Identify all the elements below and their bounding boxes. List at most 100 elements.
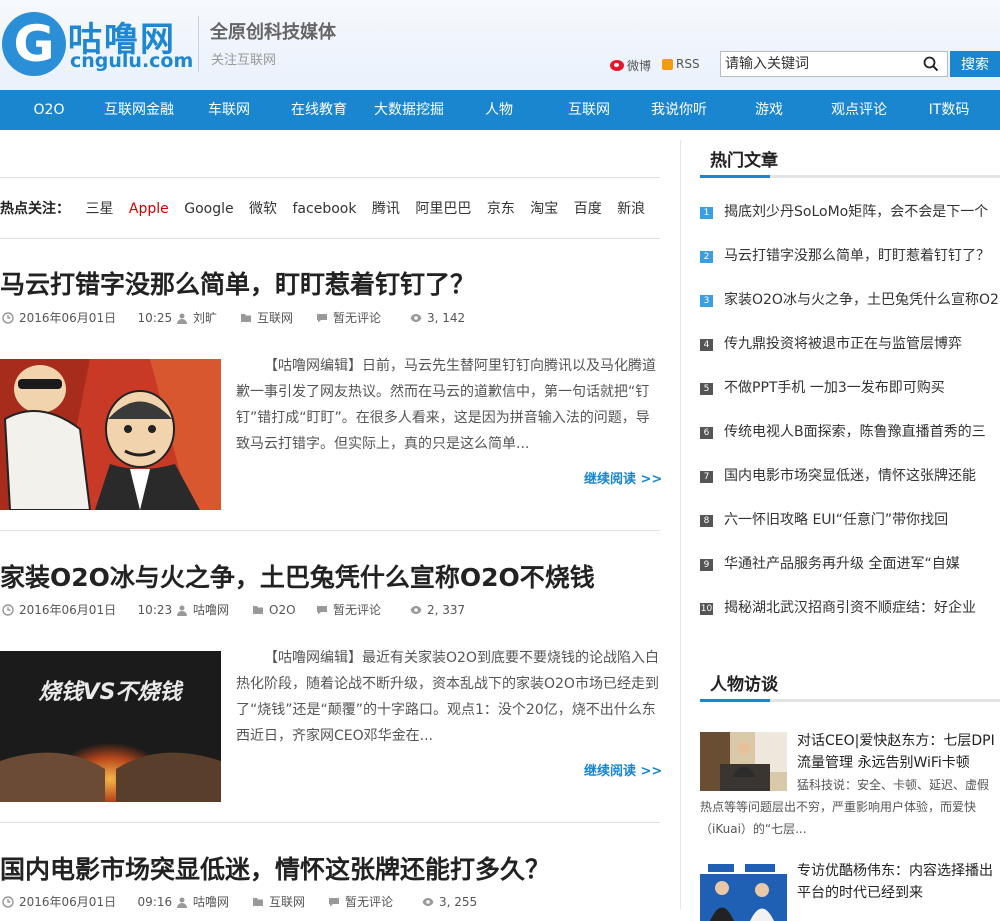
article-comments[interactable]: 暂无评论 xyxy=(328,893,393,911)
hot-article-item[interactable]: 6 传统电视人B面探索，陈鲁豫直播首秀的三 xyxy=(700,422,1000,442)
nav-item-internet[interactable]: 互联网 xyxy=(568,90,610,130)
article-excerpt: 【咕噜网编辑】日前，马云先生替阿里钉钉向腾讯以及马化腾道歉一事引发了网友热议。然… xyxy=(236,358,656,452)
hot-focus-label: 热点关注： xyxy=(0,201,70,217)
hot-tag-jd[interactable]: 京东 xyxy=(487,201,515,217)
hot-article-item[interactable]: 3 家装O2O冰与火之争，土巴兔凭什么宣称O2 xyxy=(700,290,1000,310)
header-divider xyxy=(198,16,199,72)
article-author[interactable]: 咕噜网 xyxy=(176,601,229,619)
article-views: 3, 142 xyxy=(410,309,465,327)
comment-icon xyxy=(317,314,327,323)
interview-thumbnail[interactable] xyxy=(700,862,787,921)
hot-tag-baidu[interactable]: 百度 xyxy=(574,201,602,217)
nav-item-internet-finance[interactable]: 互联网金融 xyxy=(104,90,174,130)
article-title[interactable]: 马云打错字没那么简单，盯盯惹着钉钉了？ xyxy=(0,265,475,301)
hot-tag-apple[interactable]: Apple xyxy=(129,201,169,217)
folder-icon xyxy=(241,314,251,322)
rank-badge: 1 xyxy=(700,207,713,219)
interview-title[interactable]: 专访优酷杨伟东：内容选择播出平台的时代已经到来 xyxy=(797,860,1000,904)
nav-item-people[interactable]: 人物 xyxy=(485,90,513,130)
article-comments[interactable]: 暂无评论 xyxy=(316,309,381,327)
article-divider xyxy=(0,530,660,531)
rss-icon xyxy=(662,58,673,70)
article-title[interactable]: 家装O2O冰与火之争，土巴兔凭什么宣称O2O不烧钱 xyxy=(0,558,595,594)
eye-icon xyxy=(422,898,434,906)
rank-badge: 2 xyxy=(700,251,713,263)
main-nav: O2O 互联网金融 车联网 在线教育 大数据挖掘 人物 互联网 我说你听 游戏 … xyxy=(0,90,1000,130)
nav-item-games[interactable]: 游戏 xyxy=(755,90,783,130)
search-button[interactable]: 搜索 xyxy=(950,51,1000,77)
article-category[interactable]: O2O xyxy=(252,601,296,619)
logo-g-icon[interactable]: G xyxy=(2,12,66,76)
read-more-link[interactable]: 继续阅读 >> xyxy=(584,468,662,487)
hot-articles-title-accent xyxy=(700,175,770,178)
nav-item-it-digital[interactable]: IT数码 xyxy=(929,90,970,130)
article-title[interactable]: 国内电影市场突显低迷，情怀这张牌还能打多久？ xyxy=(0,850,550,886)
article-thumbnail[interactable]: 烧钱VS不烧钱 xyxy=(0,651,221,802)
article-thumbnail[interactable] xyxy=(0,359,221,510)
nav-item-big-data[interactable]: 大数据挖掘 xyxy=(374,90,444,130)
comment-icon xyxy=(317,606,327,615)
nav-item-i-say-you-listen[interactable]: 我说你听 xyxy=(651,90,707,130)
interviews-title: 人物访谈 xyxy=(710,675,778,695)
user-icon xyxy=(177,897,187,908)
hot-article-item[interactable]: 7 国内电影市场突显低迷，情怀这张牌还能 xyxy=(700,466,1000,486)
rss-label: RSS xyxy=(676,57,700,71)
article-author[interactable]: 刘旷 xyxy=(176,309,217,327)
article-category[interactable]: 互联网 xyxy=(240,309,293,327)
rank-badge: 10 xyxy=(700,603,713,615)
hot-tag-samsung[interactable]: 三星 xyxy=(85,201,113,217)
nav-item-o2o[interactable]: O2O xyxy=(34,90,65,130)
nav-item-online-education[interactable]: 在线教育 xyxy=(291,90,347,130)
read-more-link[interactable]: 继续阅读 >> xyxy=(584,760,662,779)
hot-article-item[interactable]: 8 六一怀旧攻略 EUI“任意门”带你找回 xyxy=(700,510,1000,530)
hot-article-item[interactable]: 2 马云打错字没那么简单，盯盯惹着钉钉了？ xyxy=(700,246,1000,266)
hot-tag-sina[interactable]: 新浪 xyxy=(617,201,645,217)
hot-article-item[interactable]: 9 华通社产品服务再升级 全面进军“自媒 xyxy=(700,554,1000,574)
hot-tag-microsoft[interactable]: 微软 xyxy=(249,201,277,217)
weibo-link[interactable]: 微博 xyxy=(610,57,651,74)
logo-domain: cngulu.com xyxy=(70,50,194,72)
folder-icon xyxy=(253,898,263,906)
article-date: 2016年06月01日 09:16 xyxy=(2,893,172,911)
rank-badge: 4 xyxy=(700,339,713,351)
hot-article-item[interactable]: 10 揭秘湖北武汉招商引资不顺症结：好企业 xyxy=(700,598,1000,618)
user-icon xyxy=(177,605,187,616)
rank-badge: 5 xyxy=(700,383,713,395)
slogan-main: 全原创科技媒体 xyxy=(210,22,336,43)
search-input[interactable] xyxy=(721,52,919,76)
weibo-icon xyxy=(610,60,624,71)
comment-icon xyxy=(329,898,339,907)
interview-title[interactable]: 对话CEO|爱快赵东方：七层DPI流量管理 永远告别WiFi卡顿 xyxy=(797,730,1000,774)
nav-item-opinion[interactable]: 观点评论 xyxy=(831,90,887,130)
article-views: 2, 337 xyxy=(410,601,465,619)
nav-item-connected-car[interactable]: 车联网 xyxy=(208,90,250,130)
slogan-sub: 关注互联网 xyxy=(211,53,277,68)
hot-tag-alibaba[interactable]: 阿里巴巴 xyxy=(415,201,471,217)
rss-link[interactable]: RSS xyxy=(662,57,700,71)
article-category[interactable]: 互联网 xyxy=(252,893,305,911)
hot-articles-title: 热门文章 xyxy=(710,151,778,171)
hot-bar-bottom-divider xyxy=(0,238,660,239)
rank-badge: 3 xyxy=(700,295,713,307)
hot-tag-facebook[interactable]: facebook xyxy=(293,201,357,217)
hot-article-item[interactable]: 4 传九鼎投资将被退市正在与监管层博弈 xyxy=(700,334,1000,354)
rank-badge: 7 xyxy=(700,471,713,483)
hot-tag-tencent[interactable]: 腾讯 xyxy=(372,201,400,217)
hot-focus-bar: 热点关注： 三星 Apple Google 微软 facebook 腾讯 阿里巴… xyxy=(0,198,645,220)
weibo-label: 微博 xyxy=(627,59,652,73)
article-date: 2016年06月01日 10:25 xyxy=(2,309,172,327)
site-header: G 咕噜网 cngulu.com 全原创科技媒体 关注互联网 微博 RSS 搜索 xyxy=(0,0,1000,90)
thumbnail-caption: 烧钱VS不烧钱 xyxy=(39,680,185,705)
clock-icon xyxy=(2,896,14,908)
hot-tag-google[interactable]: Google xyxy=(184,201,233,217)
article-views: 3, 255 xyxy=(422,893,477,911)
article-comments[interactable]: 暂无评论 xyxy=(316,601,381,619)
hot-article-item[interactable]: 5 不做PPT手机 一加3一发布即可购买 xyxy=(700,378,1000,398)
search-icon[interactable] xyxy=(923,56,939,72)
article-date: 2016年06月01日 10:23 xyxy=(2,601,172,619)
hot-tag-taobao[interactable]: 淘宝 xyxy=(530,201,558,217)
rank-badge: 8 xyxy=(700,515,713,527)
article-author[interactable]: 咕噜网 xyxy=(176,893,229,911)
interview-desc: 猛科技说：安全、卡顿、延迟、虚假热点等等问题层出不穷，严重影响用户体验，而爱快（… xyxy=(700,778,990,836)
hot-article-item[interactable]: 1 揭底刘少丹SoLoMo矩阵，会不会是下一个 xyxy=(700,202,1000,222)
